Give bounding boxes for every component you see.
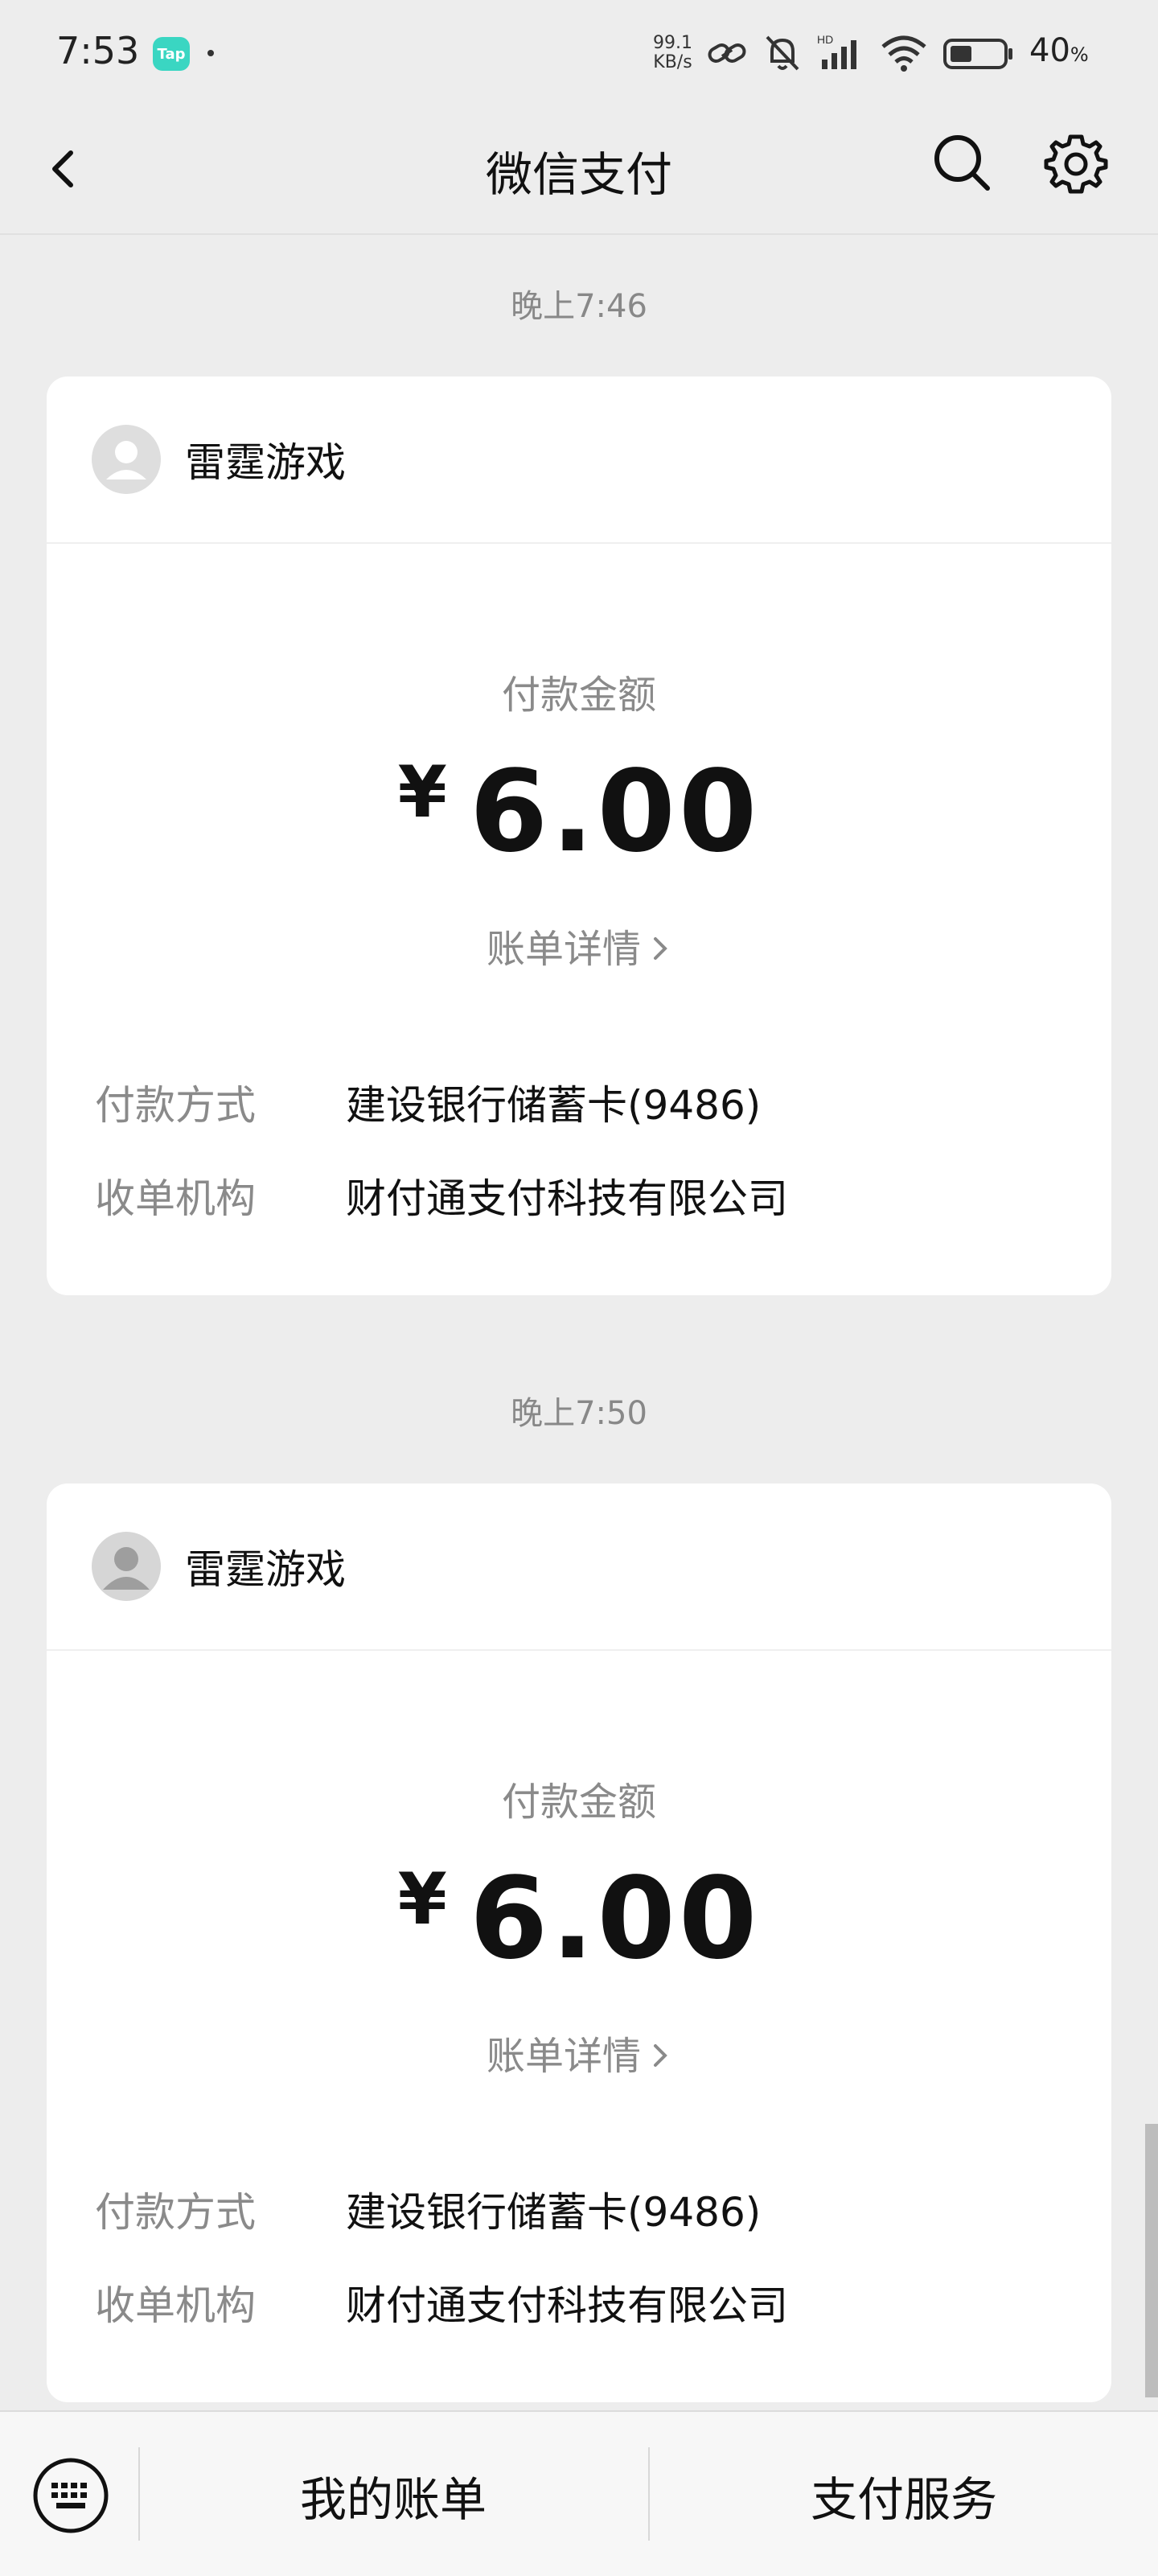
network-speed: 99.1 KB/s bbox=[653, 34, 692, 72]
payment-card[interactable]: 雷霆游戏 付款金额 ¥6.00 账单详情 付款方式 建设银行储蓄卡(9486) … bbox=[47, 1483, 1111, 2402]
currency-symbol: ¥ bbox=[397, 1858, 450, 1940]
mute-bell-icon bbox=[766, 35, 799, 71]
bill-detail-label: 账单详情 bbox=[486, 927, 641, 972]
svg-text:HD: HD bbox=[817, 33, 833, 46]
payment-method-label: 付款方式 bbox=[95, 2189, 256, 2236]
status-bar: 7:53 Tap 99.1 KB/s HD 40% bbox=[0, 0, 1158, 105]
battery-icon bbox=[943, 39, 1012, 69]
amount: ¥6.00 bbox=[47, 1854, 1111, 1985]
chevron-right-icon bbox=[651, 2036, 671, 2081]
notification-dot-icon bbox=[207, 50, 214, 56]
signal-icon: HD bbox=[817, 33, 856, 69]
settings-button[interactable] bbox=[1044, 132, 1108, 196]
payment-method-row: 付款方式 建设银行储蓄卡(9486) bbox=[95, 2180, 1079, 2238]
wifi-icon bbox=[881, 35, 926, 72]
link-icon bbox=[708, 43, 746, 63]
amount: ¥6.00 bbox=[47, 747, 1111, 878]
message-time: 晚上7:46 bbox=[511, 288, 647, 325]
payment-method-value: 建设银行储蓄卡(9486) bbox=[346, 2189, 762, 2236]
pay-services-button[interactable]: 支付服务 bbox=[650, 2462, 1158, 2529]
gear-icon bbox=[1044, 134, 1108, 194]
status-time: 7:53 bbox=[56, 29, 140, 72]
battery-percent-value: 40 bbox=[1029, 32, 1070, 69]
battery-percent: 40% bbox=[1029, 32, 1089, 69]
bill-detail-label: 账单详情 bbox=[486, 2034, 641, 2079]
merchant-name: 雷霆游戏 bbox=[185, 1546, 346, 1593]
payment-method-row: 付款方式 建设银行储蓄卡(9486) bbox=[95, 1073, 1079, 1131]
payment-method-value: 建设银行储蓄卡(9486) bbox=[346, 1082, 762, 1129]
payment-method-label: 付款方式 bbox=[95, 1082, 256, 1129]
bottom-menu-bar: 我的账单 支付服务 bbox=[0, 2410, 1158, 2576]
acquirer-value: 财付通支付科技有限公司 bbox=[346, 2282, 788, 2329]
message-time: 晚上7:50 bbox=[511, 1395, 647, 1432]
battery-percent-unit: % bbox=[1070, 43, 1089, 66]
bill-detail-link[interactable]: 账单详情 bbox=[47, 2024, 1111, 2081]
amount-value: 6.00 bbox=[469, 1854, 761, 1985]
keyboard-icon bbox=[33, 2458, 109, 2533]
card-header[interactable]: 雷霆游戏 bbox=[47, 377, 1111, 544]
card-header[interactable]: 雷霆游戏 bbox=[47, 1483, 1111, 1651]
currency-symbol: ¥ bbox=[397, 751, 450, 833]
acquirer-row: 收单机构 财付通支付科技有限公司 bbox=[95, 2274, 1079, 2331]
keyboard-toggle-button[interactable] bbox=[31, 2455, 111, 2536]
network-speed-unit: KB/s bbox=[653, 52, 692, 72]
scrollbar[interactable] bbox=[1145, 2124, 1158, 2397]
network-speed-value: 99.1 bbox=[653, 33, 692, 53]
search-icon bbox=[934, 135, 990, 191]
merchant-name: 雷霆游戏 bbox=[185, 439, 346, 486]
chevron-right-icon bbox=[651, 929, 671, 974]
acquirer-row: 收单机构 财付通支付科技有限公司 bbox=[95, 1167, 1079, 1224]
search-button[interactable] bbox=[931, 132, 992, 193]
amount-label: 付款金额 bbox=[501, 673, 656, 718]
status-icons: HD bbox=[706, 32, 1015, 74]
bill-detail-link[interactable]: 账单详情 bbox=[47, 917, 1111, 974]
amount-label: 付款金额 bbox=[501, 1780, 656, 1825]
amount-value: 6.00 bbox=[469, 747, 761, 878]
acquirer-value: 财付通支付科技有限公司 bbox=[346, 1175, 788, 1222]
my-bills-button[interactable]: 我的账单 bbox=[140, 2462, 647, 2529]
payment-card[interactable]: 雷霆游戏 付款金额 ¥6.00 账单详情 付款方式 建设银行储蓄卡(9486) … bbox=[47, 377, 1111, 1295]
acquirer-label: 收单机构 bbox=[95, 2282, 256, 2329]
default-avatar-icon bbox=[92, 425, 161, 494]
default-avatar-icon bbox=[92, 1532, 161, 1601]
acquirer-label: 收单机构 bbox=[95, 1175, 256, 1222]
tap-app-icon: Tap bbox=[153, 37, 190, 71]
